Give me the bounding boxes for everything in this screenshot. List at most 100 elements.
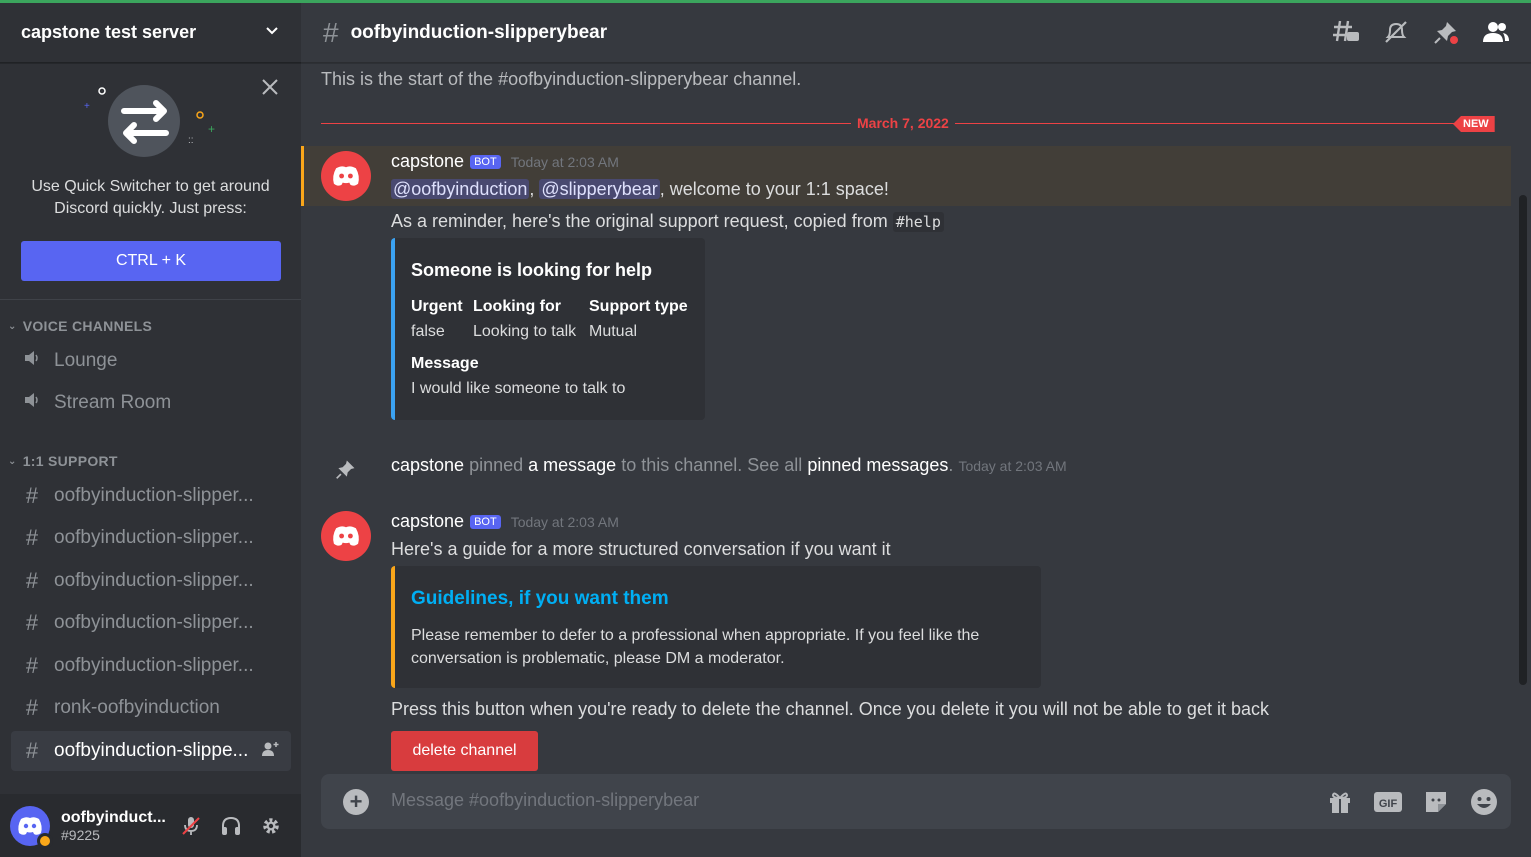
pin-text: . xyxy=(948,455,954,475)
quick-switcher-button[interactable]: CTRL + K xyxy=(21,241,281,281)
chevron-down-icon[interactable] xyxy=(264,22,280,43)
timestamp: Today at 2:03 AM xyxy=(510,513,619,530)
message-text: Here's a guide for a more structured con… xyxy=(391,539,891,559)
sidebar-channel[interactable]: # oofbyinduction-slipper... xyxy=(11,603,291,643)
plus-icon[interactable]: + xyxy=(343,789,369,815)
quick-switcher-text-line1: Use Quick Switcher to get around xyxy=(31,178,270,195)
channel-label: oofbyinduction-slipper... xyxy=(54,570,254,591)
chat-area: # oofbyinduction-slipperybear This is th… xyxy=(301,3,1531,857)
mic-muted-icon[interactable] xyxy=(171,806,211,846)
threads-icon[interactable] xyxy=(1331,17,1361,47)
mention-separator: , xyxy=(529,179,535,199)
pin-author[interactable]: capstone xyxy=(391,455,464,475)
channel-label: oofbyinduction-slipper... xyxy=(54,612,254,633)
quick-switcher-text-line2: Discord quickly. Just press: xyxy=(54,200,247,217)
guidelines-embed: Guidelines, if you want them Please reme… xyxy=(391,566,1041,688)
embed-title-link[interactable]: Guidelines, if you want them xyxy=(411,588,669,610)
mute-icon[interactable] xyxy=(1381,17,1411,47)
category-voice[interactable]: ⌄ VOICE CHANNELS xyxy=(0,316,301,336)
server-name: capstone test server xyxy=(21,22,197,42)
author-name[interactable]: capstone xyxy=(391,511,464,532)
sidebar-channel-active[interactable]: # oofbyinduction-slippe... xyxy=(11,731,291,771)
sidebar-channel[interactable]: # oofbyinduction-slipper... xyxy=(11,476,291,516)
bot-badge: BOT xyxy=(470,154,501,169)
pin-text: pinned xyxy=(464,455,529,475)
gift-icon[interactable] xyxy=(1325,787,1355,817)
svg-text:+: + xyxy=(208,122,215,136)
voice-channel-label: Lounge xyxy=(54,350,118,371)
add-member-icon[interactable] xyxy=(261,741,279,761)
hash-icon: # xyxy=(25,695,39,720)
embed-description: Please remember to defer to a profession… xyxy=(411,627,980,667)
chevron-down-icon: ⌄ xyxy=(8,455,17,467)
channel-header: # oofbyinduction-slipperybear xyxy=(301,3,1531,63)
field-value: Looking to talk xyxy=(473,323,577,340)
channel-label: ronk-oofbyinduction xyxy=(54,697,220,718)
avatar[interactable] xyxy=(10,805,53,849)
gear-icon[interactable] xyxy=(251,806,291,846)
user-info[interactable]: oofbyinduct... #9225 xyxy=(61,809,171,843)
pinned-messages-link[interactable]: pinned messages xyxy=(807,455,948,475)
message-text: @oofbyinduction, @slipperybear, welcome … xyxy=(391,179,889,200)
message-input[interactable]: Message #oofbyinduction-slipperybear xyxy=(391,790,699,811)
pinned-message-link[interactable]: a message xyxy=(528,455,616,475)
headphones-icon[interactable] xyxy=(211,806,251,846)
field-name: Message xyxy=(411,355,479,372)
new-badge: NEW xyxy=(1453,116,1495,132)
server-header[interactable]: capstone test server xyxy=(0,3,301,63)
svg-text:::: :: xyxy=(188,135,194,146)
scrollbar-thumb[interactable] xyxy=(1519,195,1527,685)
reminder-text: As a reminder, here's the original suppo… xyxy=(391,211,888,231)
pin-icon[interactable] xyxy=(1431,17,1461,47)
voice-channel-lounge[interactable]: Lounge xyxy=(11,341,291,381)
hash-icon: # xyxy=(25,525,39,550)
category-support[interactable]: ⌄ 1:1 SUPPORT xyxy=(0,451,301,471)
message-author: capstone BOT Today at 2:03 AM xyxy=(391,151,619,172)
bot-badge: BOT xyxy=(470,514,501,529)
mention[interactable]: @slipperybear xyxy=(539,179,660,199)
message-composer[interactable]: + Message #oofbyinduction-slipperybear G… xyxy=(321,774,1511,829)
status-idle-icon xyxy=(37,832,53,849)
inline-code: #help xyxy=(892,212,944,232)
field-name: Support type xyxy=(589,298,688,315)
hash-icon: # xyxy=(25,738,39,763)
voice-channel-stream-room[interactable]: Stream Room xyxy=(11,383,291,423)
hash-icon: # xyxy=(25,568,39,593)
avatar[interactable] xyxy=(321,151,371,201)
sidebar-channel[interactable]: # ronk-oofbyinduction xyxy=(11,688,291,728)
chevron-down-icon: ⌄ xyxy=(8,320,17,332)
sticker-icon[interactable] xyxy=(1421,787,1451,817)
field-value: false xyxy=(411,323,445,340)
hash-icon: # xyxy=(323,16,339,48)
author-name[interactable]: capstone xyxy=(391,151,464,172)
svg-text:+: + xyxy=(84,101,90,112)
field-value: I would like someone to talk to xyxy=(411,380,626,397)
embed-title: Someone is looking for help xyxy=(411,260,653,280)
close-icon[interactable] xyxy=(261,77,279,101)
quick-switcher-text: Use Quick Switcher to get around Discord… xyxy=(0,176,301,220)
sidebar-channel[interactable]: # oofbyinduction-slipper... xyxy=(11,646,291,686)
message-author: capstone BOT Today at 2:03 AM xyxy=(391,511,619,532)
hash-icon: # xyxy=(25,610,39,635)
quick-switcher-illustration: + + :: xyxy=(84,85,215,157)
sidebar-channel[interactable]: # oofbyinduction-slipper... xyxy=(11,561,291,601)
delete-channel-button[interactable]: delete channel xyxy=(391,731,538,771)
sidebar-channel[interactable]: # oofbyinduction-slipper... xyxy=(11,518,291,558)
pin-text: to this channel. See all xyxy=(616,455,808,475)
mention[interactable]: @oofbyinduction xyxy=(391,179,530,199)
quick-switcher-tip: + + :: Use Quick Switcher to get around … xyxy=(0,63,301,300)
channel-label: oofbyinduction-slippe... xyxy=(54,740,249,761)
voice-channel-label: Stream Room xyxy=(54,392,172,413)
channel-start-text: This is the start of the #oofbyinduction… xyxy=(321,69,802,89)
message-text: Press this button when you're ready to d… xyxy=(391,699,1269,719)
message-text: As a reminder, here's the original suppo… xyxy=(391,211,944,232)
field-value: Mutual xyxy=(589,323,638,340)
gif-icon[interactable]: GIF xyxy=(1373,787,1403,817)
members-icon[interactable] xyxy=(1481,17,1511,47)
username: oofbyinduct... xyxy=(61,808,166,826)
avatar[interactable] xyxy=(321,511,371,561)
pin-icon xyxy=(335,458,357,485)
field-name: Looking for xyxy=(473,298,561,315)
emoji-icon[interactable] xyxy=(1469,787,1499,817)
channel-title: oofbyinduction-slipperybear xyxy=(350,21,608,43)
